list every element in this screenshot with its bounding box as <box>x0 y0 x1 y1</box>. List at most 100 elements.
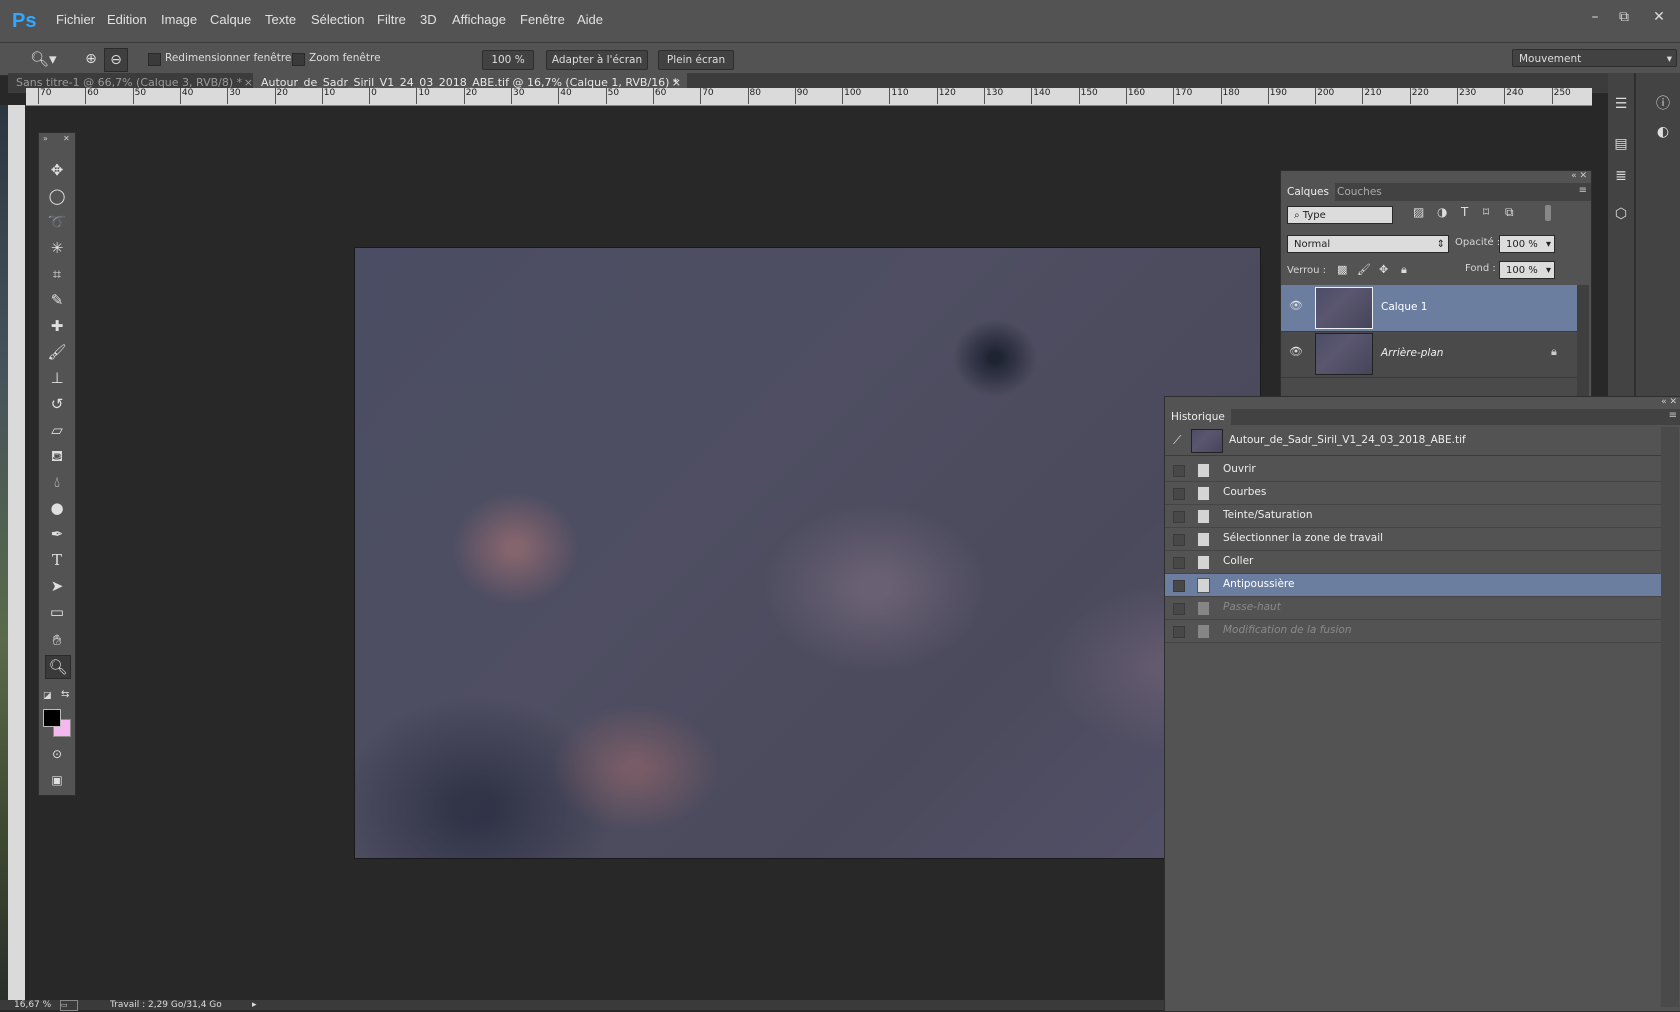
history-step-ouvrir[interactable]: Ouvrir <box>1165 459 1661 482</box>
document-canvas-image[interactable] <box>355 248 1260 858</box>
healing-brush-tool-icon[interactable]: ✚ <box>45 315 69 337</box>
menu-selection[interactable]: Sélection <box>311 12 364 27</box>
history-source-checkbox[interactable] <box>1173 626 1185 638</box>
menu-image[interactable]: Image <box>161 12 197 27</box>
pen-tool-icon[interactable]: ✒ <box>45 523 69 545</box>
crop-tool-icon[interactable]: ⌗ <box>45 263 69 285</box>
lasso-tool-icon[interactable]: ➰ <box>45 211 69 233</box>
restore-button[interactable]: ⧉ <box>1613 8 1635 26</box>
layer-name[interactable]: Arrière-plan <box>1381 347 1443 359</box>
history-source-checkbox[interactable] <box>1173 534 1185 546</box>
full-screen-button[interactable]: Plein écran <box>658 50 734 70</box>
default-colors-icon[interactable]: ◪ <box>43 691 52 701</box>
close-icon[interactable]: « ✕ <box>1661 397 1677 407</box>
eyedropper-tool-icon[interactable]: ✎ <box>45 289 69 311</box>
foreground-color-swatch[interactable] <box>43 709 61 727</box>
menu-fichier[interactable]: Fichier <box>56 12 95 27</box>
menu-texte[interactable]: Texte <box>265 12 296 27</box>
filter-smart-object-icon[interactable]: ⧉ <box>1505 205 1514 220</box>
history-step-selectionner-zone[interactable]: Sélectionner la zone de travail <box>1165 528 1661 551</box>
lock-all-icon[interactable]: 🔒︎ <box>1401 263 1407 277</box>
dodge-tool-icon[interactable]: ● <box>45 497 69 519</box>
filter-type-icon[interactable]: T <box>1461 205 1468 219</box>
magic-wand-tool-icon[interactable]: ✳ <box>45 237 69 259</box>
visibility-eye-icon[interactable]: 👁︎ <box>1289 345 1303 358</box>
layers-scrollbar[interactable] <box>1577 285 1589 396</box>
history-source-checkbox[interactable] <box>1173 488 1185 500</box>
quick-mask-icon[interactable]: ⊙ <box>45 743 69 765</box>
history-source-checkbox[interactable] <box>1173 511 1185 523</box>
paint-bucket-tool-icon[interactable]: ⛾ <box>45 445 69 467</box>
tab-calques[interactable]: Calques <box>1281 183 1335 201</box>
history-scrollbar[interactable] <box>1661 427 1679 1007</box>
opacity-input[interactable]: 100 % ▾ <box>1499 235 1555 253</box>
layer-row-arriere-plan[interactable]: 👁︎ Arrière-plan 🔒︎ <box>1281 331 1577 378</box>
visibility-eye-icon[interactable]: 👁︎ <box>1289 299 1303 312</box>
vertical-ruler[interactable] <box>8 105 25 1010</box>
zoom-tool-icon[interactable]: 🔍︎ <box>45 655 71 679</box>
swap-colors-icon[interactable]: ⇆ <box>61 689 69 700</box>
expand-toolbox-icon[interactable]: » <box>43 134 48 143</box>
layer-filter-select[interactable]: ⌕ Type <box>1287 206 1393 224</box>
history-source-checkbox[interactable] <box>1173 603 1185 615</box>
fit-screen-button[interactable]: Adapter à l'écran <box>546 50 648 70</box>
history-step-modification-fusion[interactable]: Modification de la fusion <box>1165 620 1661 643</box>
notes-icon[interactable]: ≣ <box>1610 165 1632 187</box>
layer-comps-icon[interactable]: ▤ <box>1610 133 1632 155</box>
zoom-window-checkbox[interactable] <box>292 53 305 66</box>
close-icon[interactable]: « ✕ <box>1571 171 1587 181</box>
zoom-tool-preset-icon[interactable]: 🔍︎▾ <box>30 48 64 70</box>
history-step-courbes[interactable]: Courbes <box>1165 482 1661 505</box>
blur-tool-icon[interactable]: 💧︎ <box>45 471 69 493</box>
close-icon[interactable]: ✕ <box>63 134 70 143</box>
horizontal-ruler[interactable]: 70 60 50 40 30 20 10 0 10 20 30 40 50 60 70 80 90 100 110 1… <box>26 88 1592 106</box>
history-snapshot[interactable]: ⟋ Autour_de_Sadr_Siril_V1_24_03_2018_ABE… <box>1165 427 1661 456</box>
history-source-checkbox[interactable] <box>1173 580 1185 592</box>
minimize-button[interactable]: – <box>1584 8 1606 26</box>
zoom-out-icon[interactable]: ⊖ <box>104 48 128 72</box>
blend-mode-select[interactable]: Normal ⇕ <box>1287 235 1449 253</box>
layer-row-calque-1[interactable]: 👁︎ Calque 1 <box>1281 285 1577 332</box>
lock-position-icon[interactable]: ✥ <box>1379 263 1388 276</box>
history-source-checkbox[interactable] <box>1173 465 1185 477</box>
hand-tool-icon[interactable]: ✋︎ <box>45 629 69 651</box>
workspace-select[interactable]: Mouvement ▾ <box>1512 49 1677 67</box>
zoom-in-icon[interactable]: ⊕ <box>80 48 102 70</box>
close-window-button[interactable]: ✕ <box>1648 8 1670 26</box>
fill-input[interactable]: 100 % ▾ <box>1499 261 1555 279</box>
document-profile-icon[interactable]: ▭ <box>60 1000 78 1011</box>
filter-toggle-icon[interactable] <box>1545 205 1551 221</box>
lock-pixels-icon[interactable]: 🖌︎ <box>1357 263 1371 276</box>
history-step-teinte-saturation[interactable]: Teinte/Saturation <box>1165 505 1661 528</box>
eraser-tool-icon[interactable]: ▱ <box>45 419 69 441</box>
history-brush-source-icon[interactable]: ⟋ <box>1173 433 1181 448</box>
menu-3d[interactable]: 3D <box>420 12 437 27</box>
path-selection-tool-icon[interactable]: ➤ <box>45 575 69 597</box>
clone-stamp-tool-icon[interactable]: ⊥ <box>45 367 69 389</box>
elliptical-marquee-tool-icon[interactable]: ◯ <box>45 185 69 207</box>
type-tool-icon[interactable]: T <box>45 549 69 571</box>
layer-name[interactable]: Calque 1 <box>1381 301 1427 313</box>
menu-calque[interactable]: Calque <box>210 12 251 27</box>
info-icon[interactable]: ⓘ <box>1652 93 1674 115</box>
filter-shape-icon[interactable]: ⌑ <box>1483 205 1489 219</box>
filter-adjustment-icon[interactable]: ◑ <box>1437 205 1447 219</box>
lock-transparency-icon[interactable]: ▩ <box>1337 263 1347 276</box>
history-panel-icon[interactable]: ☰ <box>1610 93 1632 115</box>
menu-affichage[interactable]: Affichage <box>452 12 506 27</box>
menu-aide[interactable]: Aide <box>577 12 603 27</box>
zoom-100-button[interactable]: 100 % <box>482 50 534 70</box>
panel-menu-icon[interactable]: ≡ <box>1579 185 1587 196</box>
tab-couches[interactable]: Couches <box>1331 183 1388 201</box>
rectangle-tool-icon[interactable]: ▭ <box>45 601 69 623</box>
menu-filtre[interactable]: Filtre <box>377 12 406 27</box>
panel-menu-icon[interactable]: ≡ <box>1669 410 1677 421</box>
history-step-coller[interactable]: Coller <box>1165 551 1661 574</box>
move-tool-icon[interactable]: ✥ <box>45 159 69 181</box>
brush-tool-icon[interactable]: 🖌︎ <box>45 341 69 363</box>
chevron-right-icon[interactable]: ▸ <box>252 1000 257 1010</box>
filter-pixel-icon[interactable]: ▨ <box>1413 205 1424 219</box>
history-step-antipoussiere[interactable]: Antipoussière <box>1165 574 1661 597</box>
adjustments-icon[interactable]: ◐ <box>1652 121 1674 143</box>
menu-fenetre[interactable]: Fenêtre <box>520 12 565 27</box>
